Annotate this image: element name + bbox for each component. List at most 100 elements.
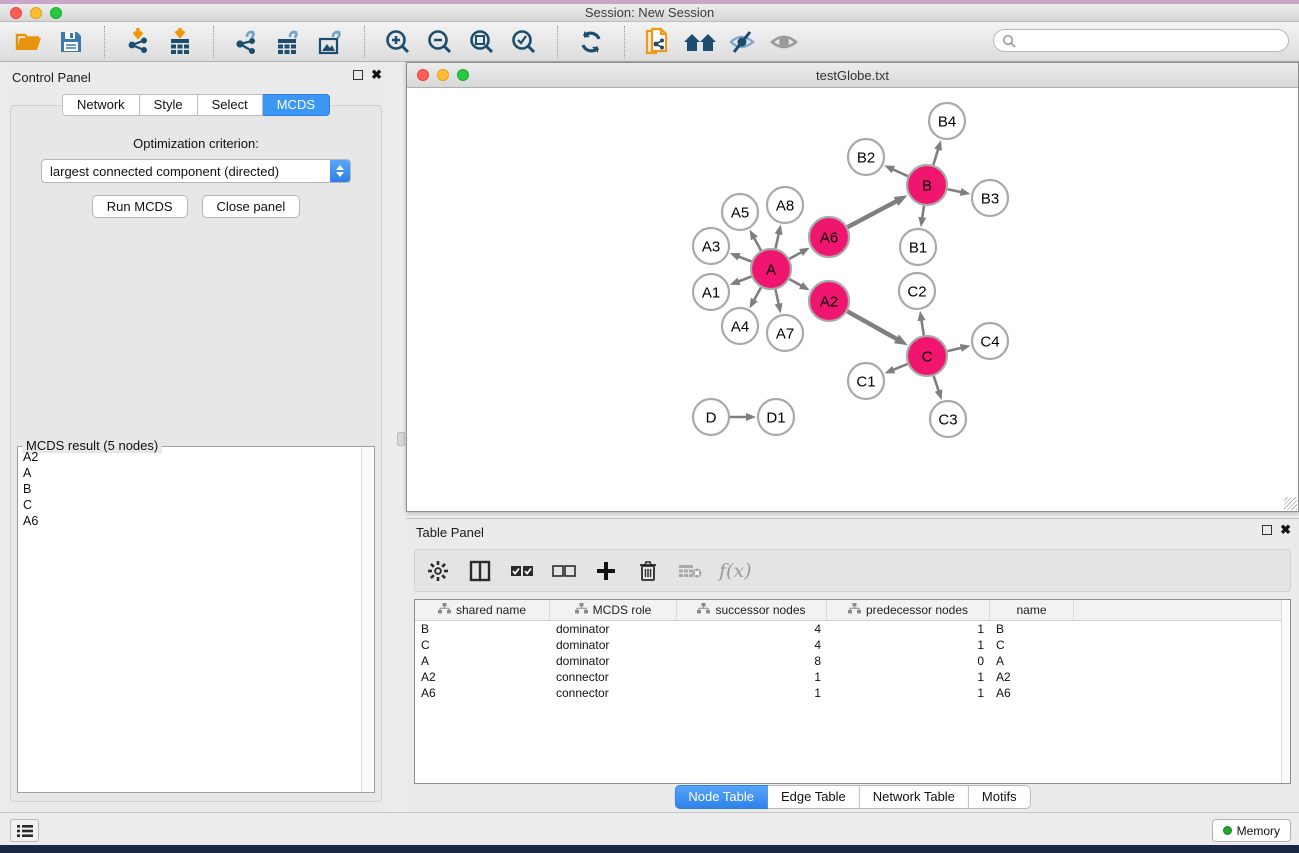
export-image-button[interactable]	[310, 25, 352, 59]
column-header-mcds-role[interactable]: MCDS role	[550, 600, 677, 620]
column-header-shared-name[interactable]: shared name	[415, 600, 550, 620]
table-cell[interactable]: dominator	[550, 621, 677, 637]
mcds-result-item[interactable]: A	[19, 466, 361, 482]
delete-column-trash-icon[interactable]	[635, 558, 661, 584]
edge-A-A1[interactable]	[737, 277, 751, 282]
mcds-result-item[interactable]: A6	[19, 514, 361, 530]
show-columns-icon[interactable]	[467, 558, 493, 584]
edge-C-C2[interactable]	[921, 319, 924, 336]
table-cell[interactable]: 1	[827, 669, 990, 685]
table-cell[interactable]: B	[415, 621, 550, 637]
memory-button[interactable]: Memory	[1212, 819, 1291, 842]
first-neighbors-button[interactable]	[679, 25, 721, 59]
graph-node-A7[interactable]: A7	[767, 315, 803, 351]
edge-C-C3[interactable]	[934, 376, 940, 393]
delete-table-icon[interactable]	[677, 558, 703, 584]
edge-B-B2[interactable]	[891, 169, 907, 177]
optimization-criterion-select[interactable]: largest connected component (directed)	[41, 159, 351, 183]
deselect-all-columns-icon[interactable]	[551, 558, 577, 584]
edge-A2-C[interactable]	[847, 311, 898, 340]
table-cell[interactable]: C	[415, 637, 550, 653]
tab-motifs[interactable]: Motifs	[969, 785, 1031, 809]
table-cell[interactable]: A	[415, 653, 550, 669]
graph-node-C3[interactable]: C3	[930, 401, 966, 437]
tab-network[interactable]: Network	[62, 94, 140, 116]
table-cell[interactable]: 4	[677, 621, 827, 637]
open-session-button[interactable]	[8, 25, 50, 59]
edge-A-A7[interactable]	[775, 290, 779, 306]
edge-B-B3[interactable]	[948, 189, 963, 192]
hide-graphics-button[interactable]	[721, 25, 763, 59]
task-history-button[interactable]	[10, 819, 39, 842]
zoom-selected-button[interactable]	[503, 25, 545, 59]
graph-node-A5[interactable]: A5	[722, 194, 758, 230]
table-row[interactable]: Cdominator41C	[415, 637, 1290, 653]
mcds-result-item[interactable]: B	[19, 482, 361, 498]
table-cell[interactable]: 1	[677, 685, 827, 701]
import-network-button[interactable]	[117, 25, 159, 59]
graph-node-C4[interactable]: C4	[972, 323, 1008, 359]
clone-network-button[interactable]	[637, 25, 679, 59]
table-cell[interactable]: 1	[827, 621, 990, 637]
edge-C-C4[interactable]	[947, 347, 962, 351]
table-row[interactable]: Adominator80A	[415, 653, 1290, 669]
graph-node-A[interactable]: A	[751, 249, 791, 289]
table-row[interactable]: A2connector11A2	[415, 669, 1290, 685]
table-cell[interactable]: C	[990, 637, 1074, 653]
table-cell[interactable]: B	[990, 621, 1074, 637]
mcds-result-list[interactable]: A2ABCA6	[19, 450, 361, 791]
table-options-gear-icon[interactable]	[425, 558, 451, 584]
tab-network-table[interactable]: Network Table	[860, 785, 969, 809]
edge-B-B1[interactable]	[922, 206, 924, 220]
tab-mcds[interactable]: MCDS	[263, 94, 330, 116]
zoom-fit-button[interactable]	[461, 25, 503, 59]
search-input[interactable]	[1016, 32, 1288, 50]
close-panel-icon[interactable]: ✖	[371, 70, 382, 80]
edge-A-A8[interactable]	[775, 232, 779, 248]
mcds-result-item[interactable]: C	[19, 498, 361, 514]
graph-node-A2[interactable]: A2	[809, 281, 849, 321]
table-cell[interactable]: A	[990, 653, 1074, 669]
table-cell[interactable]: A6	[990, 685, 1074, 701]
graph-node-B1[interactable]: B1	[900, 229, 936, 265]
run-mcds-button[interactable]: Run MCDS	[92, 195, 188, 218]
graph-node-A3[interactable]: A3	[693, 228, 729, 264]
graph-node-A6[interactable]: A6	[809, 217, 849, 257]
column-header-predecessor-nodes[interactable]: predecessor nodes	[827, 600, 990, 620]
edge-A-A3[interactable]	[737, 256, 751, 261]
table-cell[interactable]: 0	[827, 653, 990, 669]
table-cell[interactable]: 8	[677, 653, 827, 669]
close-panel-button[interactable]: Close panel	[202, 195, 301, 218]
tab-style[interactable]: Style	[140, 94, 198, 116]
node-table-scrollbar[interactable]	[1281, 600, 1290, 783]
graph-node-D[interactable]: D	[693, 399, 729, 435]
zoom-in-button[interactable]	[377, 25, 419, 59]
window-resize-grip[interactable]	[1284, 497, 1297, 510]
network-graph[interactable]: B4B2BB3B1A5A8A6A3AA1C2A2A4A7CC4C1C3DD1	[407, 88, 1292, 511]
table-cell[interactable]: dominator	[550, 637, 677, 653]
table-row[interactable]: A6connector11A6	[415, 685, 1290, 701]
table-cell[interactable]: connector	[550, 685, 677, 701]
splitter-handle[interactable]	[397, 432, 405, 446]
table-cell[interactable]: 1	[677, 669, 827, 685]
table-cell[interactable]: connector	[550, 669, 677, 685]
table-cell[interactable]: 4	[677, 637, 827, 653]
column-header-successor-nodes[interactable]: successor nodes	[677, 600, 827, 620]
network-canvas[interactable]: B4B2BB3B1A5A8A6A3AA1C2A2A4A7CC4C1C3DD1	[407, 88, 1298, 511]
edge-A-A4[interactable]	[753, 287, 761, 301]
graph-node-C2[interactable]: C2	[899, 273, 935, 309]
export-network-button[interactable]	[226, 25, 268, 59]
mcds-result-scrollbar[interactable]	[361, 447, 374, 792]
graph-node-A8[interactable]: A8	[767, 187, 803, 223]
search-field[interactable]	[993, 29, 1289, 52]
mcds-result-item[interactable]: A2	[19, 450, 361, 466]
zoom-out-button[interactable]	[419, 25, 461, 59]
table-cell[interactable]: A2	[415, 669, 550, 685]
edge-C-C1[interactable]	[892, 364, 908, 370]
graph-node-C1[interactable]: C1	[848, 363, 884, 399]
export-table-button[interactable]	[268, 25, 310, 59]
create-column-plus-icon[interactable]	[593, 558, 619, 584]
graph-node-D1[interactable]: D1	[758, 399, 794, 435]
tab-edge-table[interactable]: Edge Table	[768, 785, 860, 809]
graph-node-A1[interactable]: A1	[693, 274, 729, 310]
